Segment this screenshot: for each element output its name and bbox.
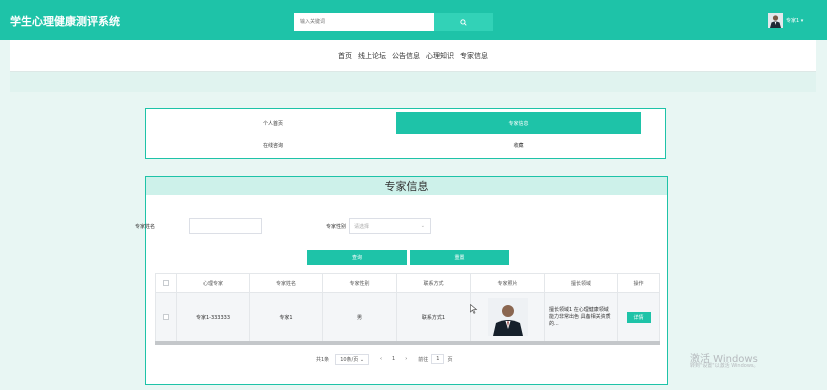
row-select-cell[interactable] [155,293,177,341]
activation-watermark-subtitle: 转到"设置"以激活 Windows。 [690,363,759,369]
table-header: 操作 [618,273,660,293]
nav-item-home[interactable]: 首页 [338,51,352,61]
chevron-down-icon: ⌄ [420,223,425,229]
search-input[interactable] [294,13,434,31]
table-header: 联系方式 [397,273,471,293]
tab-consult[interactable]: 在线咨询 [150,134,396,156]
next-page-button[interactable]: › [405,356,407,362]
table-cell: 联系方式1 [397,293,471,341]
page-size-select: 10条/页 [340,356,359,363]
table-cell: 专家1-333333 [177,293,250,341]
user-name: 专家1 [786,18,800,24]
profile-tabs: 个人首页 专家信息 在线咨询 收藏 [145,108,666,159]
chevron-down-icon: ▾ [800,18,804,24]
reset-button[interactable]: 重置 [410,250,509,265]
nav-item-announcements[interactable]: 公告信息 [392,51,420,61]
search-button[interactable] [434,13,493,31]
user-avatar[interactable] [768,13,783,28]
detail-button[interactable]: 详情 [626,311,651,323]
table-header: 专家性别 [323,273,397,293]
query-button[interactable]: 查询 [307,250,407,265]
expert-table: 心理专家 专家姓名 专家性别 联系方式 专家照片 擅长领域 操作 专家1-333… [155,273,660,345]
gender-select-placeholder: 请选择 [354,223,370,230]
expert-photo-cell [471,293,545,341]
select-all-checkbox[interactable] [163,280,169,286]
table-header: 擅长领域 [545,273,618,293]
pagination-total: 共1条 [316,356,330,363]
goto-label: 前往 [418,356,429,363]
table-cell-specialty: 擅长领域1 在心理健康领域能力非常出色 具备相关资质的... [545,293,618,341]
expert-list-panel: 专家信息 专家姓名 专家性别 请选择 ⌄ 查询 重置 心理专家 专家姓名 专家性… [135,176,668,385]
table-header: 专家姓名 [250,273,323,293]
gender-filter-label: 专家性别 [326,224,347,230]
chevron-down-icon: ⌄ [359,356,365,363]
search-icon [460,18,467,26]
page-suffix: 页 [447,356,453,363]
goto-page-input[interactable]: 1 [431,354,445,364]
banner-strip [10,72,816,92]
action-cell: 详情 [618,293,660,341]
gender-filter-select[interactable]: 请选择 ⌄ [349,218,431,234]
expert-photo[interactable] [487,298,528,336]
table-header-select[interactable] [155,273,177,293]
mouse-cursor-icon [470,304,478,314]
current-page[interactable]: 1 [392,356,395,362]
section-title: 专家信息 [146,177,667,195]
table-scrollbar[interactable] [155,341,660,345]
table-cell: 专家1 [250,293,323,341]
tab-expert-info[interactable]: 专家信息 [396,112,641,134]
app-title[interactable]: 学生心理健康测评系统 [10,13,120,29]
nav-item-knowledge[interactable]: 心理知识 [426,51,454,61]
pagination: 共1条 10条/页 ⌄ ‹ 1 › 前往 1 页 [316,353,452,365]
nav-item-experts[interactable]: 专家信息 [460,51,488,61]
search-bar [294,13,493,31]
main-nav: 首页 线上论坛 公告信息 心理知识 专家信息 [10,40,816,72]
table-header: 心理专家 [177,273,250,293]
prev-page-button[interactable]: ‹ [380,356,382,362]
name-filter-input[interactable] [189,218,262,234]
row-checkbox[interactable] [163,314,169,320]
tab-home[interactable]: 个人首页 [150,112,396,134]
tab-favorites[interactable]: 收藏 [396,134,641,156]
name-filter-label: 专家姓名 [135,224,156,230]
top-bar: 学生心理健康测评系统 专家1 ▾ [0,0,827,40]
table-cell: 男 [323,293,397,341]
nav-item-forum[interactable]: 线上论坛 [358,51,386,61]
table-header: 专家照片 [471,273,545,293]
